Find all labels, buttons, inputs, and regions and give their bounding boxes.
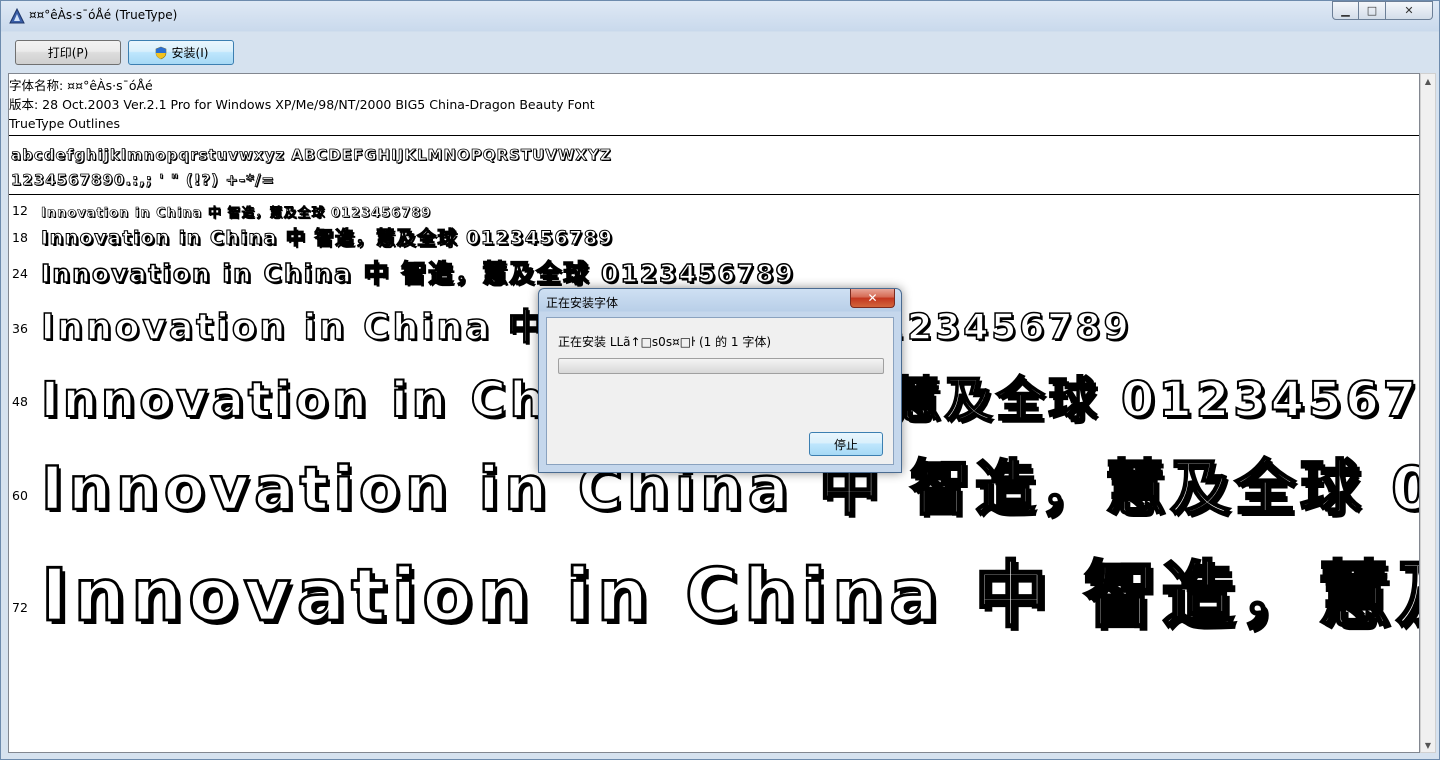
dialog-close-button[interactable]: ✕ — [850, 289, 895, 308]
installing-font-dialog: 正在安装字体 ✕ 正在安装 LLã↑□s0s¤□ŀ (1 的 1 字体) 停止 — [538, 288, 902, 473]
size-label: 18 — [12, 230, 28, 245]
size-label: 12 — [12, 203, 28, 218]
install-status-message: 正在安装 LLã↑□s0s¤□ŀ (1 的 1 字体) — [558, 335, 772, 349]
stop-button[interactable]: 停止 — [809, 432, 883, 456]
maximize-icon: □ — [1366, 4, 1378, 17]
charset-letters: abcdefghijklmnopqrstuvwxyz ABCDEFGHIJKLM… — [11, 146, 612, 165]
vertical-scrollbar[interactable]: ▲ ▼ — [1420, 73, 1436, 753]
font-app-icon — [9, 8, 25, 24]
sample-text: Innovation in China 中 智造，慧及全球 0123456789 — [40, 552, 1419, 639]
install-button[interactable]: 安装(I) — [128, 40, 234, 65]
close-icon: ✕ — [1404, 4, 1414, 17]
font-outline-type: TrueType Outlines — [9, 116, 120, 131]
size-label: 24 — [12, 266, 28, 281]
divider-top — [9, 135, 1419, 136]
size-label: 36 — [12, 321, 28, 336]
caption-buttons: ▁ □ ✕ — [1332, 1, 1433, 20]
font-version: 版本: 28 Oct.2003 Ver.2.1 Pro for Windows … — [9, 97, 595, 112]
font-name: 字体名称: ¤¤°êÀs·s¯óÅé — [9, 78, 153, 93]
dialog-title: 正在安装字体 — [546, 296, 619, 310]
font-info: 字体名称: ¤¤°êÀs·s¯óÅé 版本: 28 Oct.2003 Ver.2… — [9, 76, 595, 133]
scroll-up-button[interactable]: ▲ — [1421, 74, 1435, 88]
close-button[interactable]: ✕ — [1386, 1, 1433, 20]
window-title: ¤¤°êÀs·s¯óÅé (TrueType) — [29, 8, 178, 22]
scroll-down-button[interactable]: ▼ — [1421, 738, 1435, 752]
minimize-icon: ▁ — [1341, 4, 1350, 17]
install-button-label: 安装(I) — [171, 46, 209, 60]
stop-button-label: 停止 — [833, 437, 858, 452]
print-button[interactable]: 打印(P) — [15, 40, 121, 65]
toolbar: 打印(P) 安装(I) — [9, 35, 1433, 69]
charset-digits: 1234567890.:,; ' " (!?) +-*/= — [11, 171, 275, 190]
uac-shield-icon — [155, 46, 166, 59]
arrow-up-icon: ▲ — [1424, 76, 1432, 86]
divider-charset — [9, 194, 1419, 195]
size-label: 72 — [12, 600, 28, 615]
size-label: 48 — [12, 394, 28, 409]
install-progress-bar — [558, 358, 884, 374]
close-icon: ✕ — [867, 291, 878, 305]
sample-text: Innovation in China 中 智造，慧及全球 0123456789 — [41, 206, 432, 222]
title-bar[interactable]: ¤¤°êÀs·s¯óÅé (TrueType) ▁ □ ✕ — [1, 1, 1439, 31]
dialog-body: 正在安装 LLã↑□s0s¤□ŀ (1 的 1 字体) 停止 — [546, 317, 894, 465]
size-label: 60 — [12, 488, 28, 503]
minimize-button[interactable]: ▁ — [1332, 1, 1359, 20]
maximize-button[interactable]: □ — [1359, 1, 1386, 20]
sample-text: Innovation in China 中 智造，慧及全球 0123456789 — [40, 258, 795, 289]
print-button-label: 打印(P) — [47, 46, 89, 60]
arrow-down-icon: ▼ — [1424, 740, 1432, 750]
sample-text: Innovation in China 中 智造，慧及全球 0123456789 — [40, 227, 614, 250]
